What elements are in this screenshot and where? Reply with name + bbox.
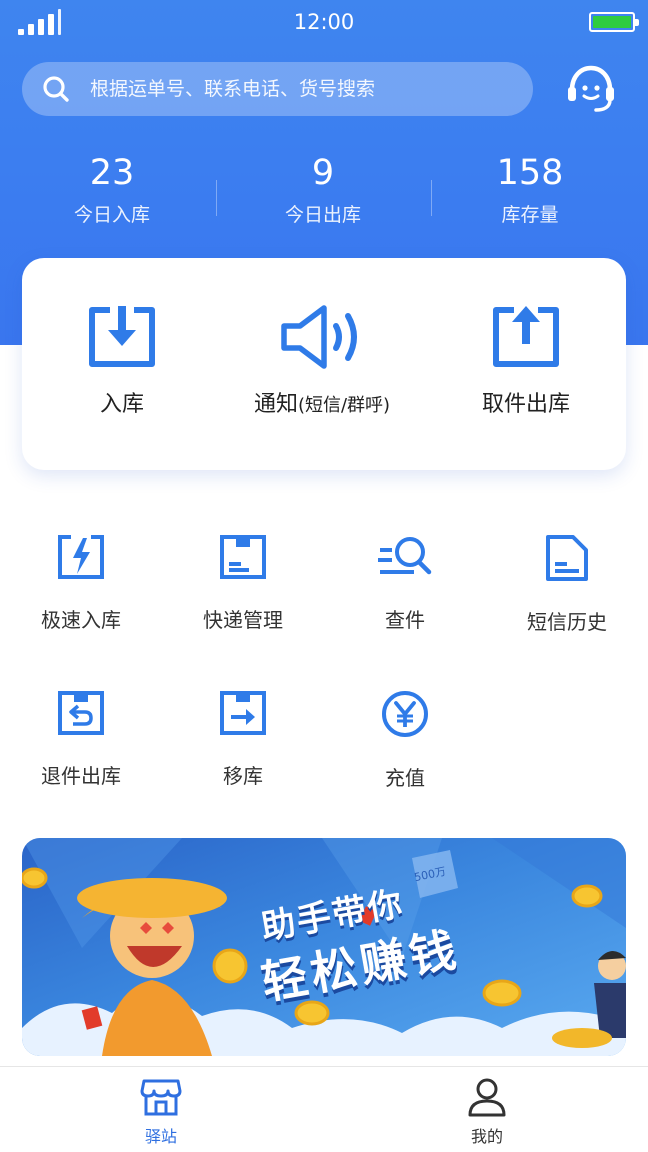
grid-item-label: 查件 xyxy=(385,608,425,632)
stat-today-outbound[interactable]: 9 今日出库 xyxy=(223,150,423,227)
grid-item-track-parcel[interactable]: 查件 xyxy=(324,534,486,633)
stat-label: 今日入库 xyxy=(73,204,150,226)
notify-subtitle: (短信/群呼) xyxy=(297,395,391,416)
grid-item-recharge[interactable]: 充值 xyxy=(324,690,486,791)
move-box-icon xyxy=(220,691,266,735)
status-time: 12:00 xyxy=(293,10,355,34)
tab-station[interactable]: 驿站 xyxy=(101,1077,221,1147)
lightning-box-icon xyxy=(58,535,104,579)
stats-row: 23 今日入库 9 今日出库 158 库存量 xyxy=(0,150,648,240)
inbound-button[interactable]: 入库 xyxy=(22,304,222,418)
grid-item-parcel-management[interactable]: 快递管理 xyxy=(162,534,324,633)
stat-value: 158 xyxy=(496,153,564,193)
tab-label: 驿站 xyxy=(144,1127,177,1146)
grid-item-sms-history[interactable]: 短信历史 xyxy=(486,534,648,635)
grid-item-label: 退件出库 xyxy=(41,764,121,788)
search-icon xyxy=(43,76,69,102)
tab-mine[interactable]: 我的 xyxy=(427,1077,547,1147)
outbound-box-icon xyxy=(493,306,559,367)
return-box-icon xyxy=(58,691,104,735)
stat-label: 库存量 xyxy=(501,204,559,226)
stat-divider xyxy=(216,180,217,216)
grid-item-label: 快递管理 xyxy=(203,608,283,632)
grid-item-fast-inbound[interactable]: 极速入库 xyxy=(0,534,162,633)
customer-service-icon[interactable] xyxy=(562,60,620,118)
grid-item-label: 充值 xyxy=(385,766,425,790)
pickup-outbound-label: 取件出库 xyxy=(481,392,570,417)
grid-item-label: 移库 xyxy=(223,764,263,788)
notify-title: 通知 xyxy=(253,392,298,417)
user-icon xyxy=(468,1078,506,1117)
stat-value: 23 xyxy=(89,153,135,193)
store-icon xyxy=(140,1079,182,1116)
grid-item-return-outbound[interactable]: 退件出库 xyxy=(0,690,162,789)
search-input[interactable] xyxy=(90,62,520,116)
search-package-icon xyxy=(378,537,432,575)
inbound-box-icon xyxy=(89,306,155,367)
stat-value: 9 xyxy=(311,153,335,193)
bottom-tab-bar: 驿站 我的 xyxy=(0,1066,648,1152)
notify-label: 通知(短信/群呼) xyxy=(222,386,422,418)
notify-button[interactable]: 通知(短信/群呼) xyxy=(222,304,422,418)
pickup-outbound-button[interactable]: 取件出库 xyxy=(426,304,626,418)
grid-item-label: 极速入库 xyxy=(41,608,121,632)
main-actions-card: 入库 通知(短信/群呼) 取件出库 xyxy=(22,258,626,470)
parcel-box-icon xyxy=(220,535,266,579)
yuan-coin-icon xyxy=(382,691,428,737)
inbound-label: 入库 xyxy=(99,392,144,417)
promo-banner[interactable]: 助手带你 轻松赚钱 500万 xyxy=(22,838,626,1056)
document-icon xyxy=(546,535,588,581)
speaker-icon xyxy=(281,305,357,369)
tab-label: 我的 xyxy=(470,1127,503,1146)
grid-item-label: 短信历史 xyxy=(527,610,607,634)
stat-inventory[interactable]: 158 库存量 xyxy=(430,150,630,227)
battery-icon xyxy=(589,12,639,32)
grid-item-move-storage[interactable]: 移库 xyxy=(162,690,324,789)
status-bar: 12:00 xyxy=(0,0,648,44)
stat-today-inbound[interactable]: 23 今日入库 xyxy=(12,150,212,227)
stat-label: 今日出库 xyxy=(284,204,361,226)
search-bar[interactable] xyxy=(22,62,533,116)
